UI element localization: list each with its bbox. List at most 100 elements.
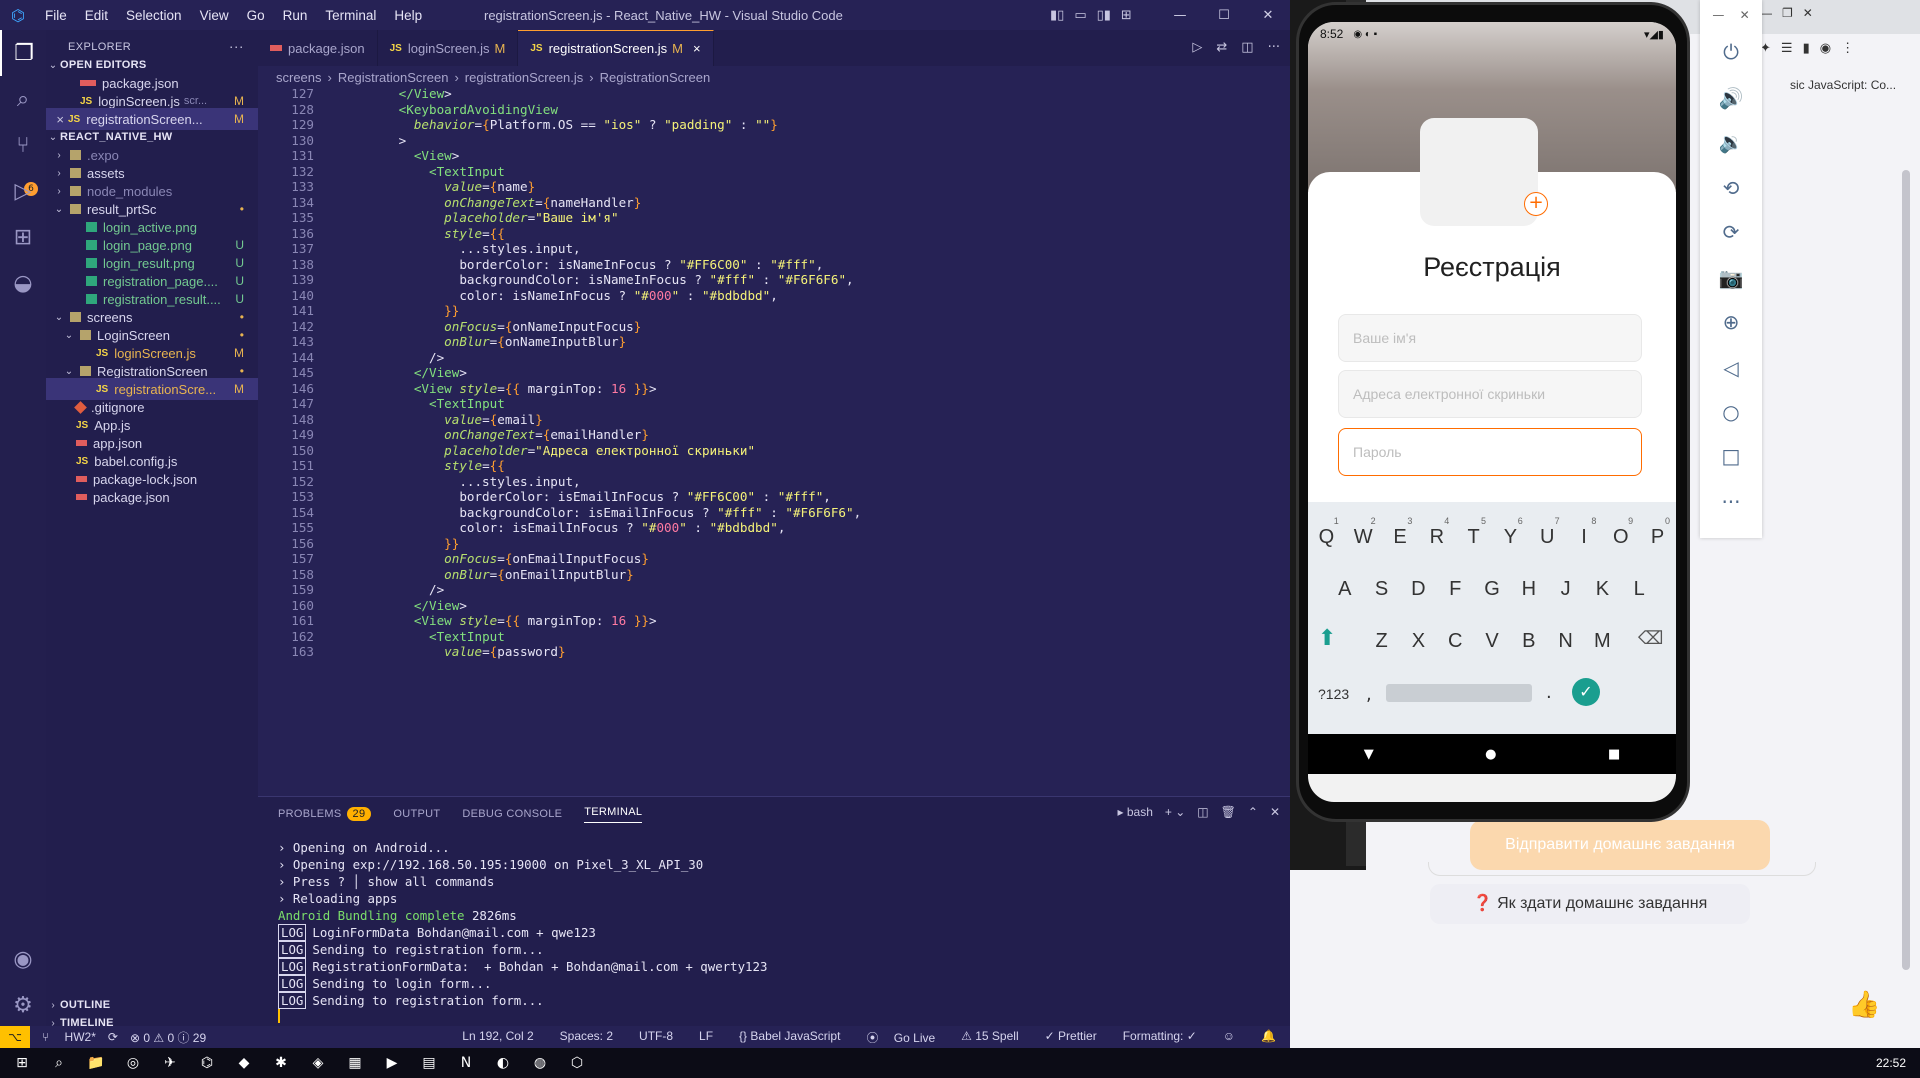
key-j[interactable]: J <box>1547 578 1584 601</box>
editor-tab[interactable]: JS registrationScreen.js M × <box>518 30 714 66</box>
key-y[interactable]: 6Y <box>1492 516 1529 549</box>
indentation[interactable]: Spaces: 2 <box>560 1029 613 1046</box>
terminal-shell-label[interactable]: ▸ bash <box>1118 805 1153 819</box>
menu-edit[interactable]: Edit <box>76 8 117 23</box>
sync-icon[interactable]: ⟳ <box>108 1030 118 1044</box>
toggle-sidebar-icon[interactable]: ▮▯ <box>1050 8 1064 23</box>
search-icon[interactable]: ⌕ <box>44 1048 74 1078</box>
split-editor-icon[interactable]: ◫ <box>1241 40 1253 55</box>
code-line[interactable]: behavior={Platform.OS == "ios" ? "paddin… <box>338 117 778 132</box>
code-line[interactable]: onBlur={onNameInputBlur} <box>338 334 626 349</box>
phone-screen[interactable]: 8:52 ◉ ◐ ▪ ▾◢▮ + Реєстрація Ваше ім'я Ад… <box>1308 22 1676 802</box>
start-icon[interactable]: ⊞ <box>7 1048 37 1078</box>
vscode-icon[interactable]: ⌬ <box>192 1048 222 1078</box>
close-icon[interactable]: ✕ <box>1803 6 1813 20</box>
breadcrumb-item[interactable]: RegistrationScreen <box>338 70 449 85</box>
tab-problems[interactable]: PROBLEMS 29 <box>278 807 372 821</box>
symbols-key[interactable]: ?123 <box>1318 686 1349 702</box>
zoom-icon[interactable]: ⊕ <box>1700 310 1762 334</box>
code-line[interactable]: onChangeText={nameHandler} <box>338 195 641 210</box>
key-x[interactable]: X <box>1400 630 1437 653</box>
camera-icon[interactable]: 📷 <box>1700 266 1762 290</box>
go-live-button[interactable]: ⦿ Go Live <box>866 1029 935 1046</box>
app-icon-2[interactable]: ◈ <box>303 1048 333 1078</box>
code-line[interactable]: </View> <box>338 365 467 380</box>
close-editor-icon[interactable]: × <box>46 112 68 127</box>
code-line[interactable]: <View> <box>338 148 460 163</box>
code-line[interactable]: value={email} <box>338 412 543 427</box>
calculator-icon[interactable]: ▦ <box>340 1048 370 1078</box>
shift-key-icon[interactable]: ⬆ <box>1318 626 1336 651</box>
code-line[interactable]: <TextInput <box>338 396 505 411</box>
code-line[interactable]: style={{ <box>338 458 505 473</box>
menu-file[interactable]: File <box>36 8 76 23</box>
branch-status[interactable]: ⑂ HW2* <box>42 1030 96 1044</box>
space-key[interactable] <box>1386 684 1532 702</box>
tab-output[interactable]: OUTPUT <box>393 808 440 820</box>
source-control-icon[interactable]: ⑂ <box>0 122 46 168</box>
key-t[interactable]: 5T <box>1455 516 1492 549</box>
back-icon[interactable]: ▼ <box>1364 747 1374 762</box>
file-explorer-icon[interactable]: 📁 <box>81 1048 111 1078</box>
code-line[interactable]: onBlur={onEmailInputBlur} <box>338 567 634 582</box>
thumbs-up-icon[interactable]: 👍 <box>1848 990 1880 1020</box>
home-icon[interactable]: ○ <box>1700 400 1762 424</box>
editor-tab[interactable]: package.json <box>258 30 378 66</box>
key-n[interactable]: N <box>1547 630 1584 653</box>
spell-status[interactable]: ⚠ 15 Spell <box>961 1029 1018 1046</box>
more-icon[interactable]: ··· <box>1268 40 1280 55</box>
menu-run[interactable]: Run <box>274 8 317 23</box>
feedback-icon[interactable]: ☺ <box>1223 1029 1235 1046</box>
notifications-icon[interactable]: 🔔 <box>1261 1029 1276 1046</box>
account-icon[interactable]: ◉ <box>0 936 46 982</box>
key-p[interactable]: 0P <box>1639 516 1676 549</box>
close-tab-icon[interactable]: × <box>693 41 701 56</box>
tab-terminal[interactable]: TERMINAL <box>584 806 643 823</box>
new-terminal-icon[interactable]: + ⌄ <box>1165 805 1185 819</box>
run-debug-icon[interactable]: ▷ <box>0 168 46 214</box>
key-q[interactable]: 1Q <box>1308 516 1345 549</box>
editor-tab[interactable]: JS loginScreen.js M <box>378 30 519 66</box>
code-line[interactable]: value={password} <box>338 644 565 659</box>
code-line[interactable]: borderColor: isNameInFocus ? "#FF6C00" :… <box>338 257 823 272</box>
key-f[interactable]: F <box>1437 578 1474 601</box>
toggle-secondary-icon[interactable]: ▯▮ <box>1097 8 1111 23</box>
more-options-icon[interactable]: ··· <box>1700 490 1762 514</box>
maximize-panel-icon[interactable]: ⌃ <box>1248 805 1258 819</box>
code-editor[interactable]: 127 </View> 128 <KeyboardAvoidingView 129 … <box>258 88 1290 794</box>
period-key[interactable]: . <box>1546 682 1552 703</box>
menu-view[interactable]: View <box>191 8 238 23</box>
help-button[interactable]: ❓ Як здати домашнє завдання <box>1430 884 1750 924</box>
code-line[interactable]: ...styles.input, <box>338 241 580 256</box>
key-b[interactable]: B <box>1510 630 1547 653</box>
code-line[interactable]: <TextInput <box>338 629 505 644</box>
search-icon[interactable]: ⌕ <box>0 76 46 122</box>
problems-status[interactable]: ⊗ 0 ⚠ 0 ⓘ 29 <box>130 1029 206 1046</box>
rotate-left-icon[interactable]: ⟲ <box>1700 176 1762 200</box>
power-icon[interactable]: ⏻ <box>1700 40 1762 64</box>
key-v[interactable]: V <box>1474 630 1511 653</box>
app-icon-3[interactable]: ▤ <box>414 1048 444 1078</box>
code-line[interactable]: color: isNameInFocus ? "#000" : "#bdbdbd… <box>338 288 778 303</box>
maximize-icon[interactable]: ☐ <box>1202 8 1246 23</box>
app-icon[interactable]: ◆ <box>229 1048 259 1078</box>
code-line[interactable]: backgroundColor: isEmailInFocus ? "#fff"… <box>338 505 861 520</box>
code-line[interactable]: placeholder="Ваше ім'я" <box>338 210 618 225</box>
code-line[interactable]: onFocus={onEmailInputFocus} <box>338 551 649 566</box>
rotate-right-icon[interactable]: ⟳ <box>1700 220 1762 244</box>
run-icon[interactable]: ▷ <box>1192 40 1202 55</box>
name-input[interactable]: Ваше ім'я <box>1338 314 1642 362</box>
volume-up-icon[interactable]: 🔊 <box>1700 86 1762 110</box>
code-line[interactable]: </View> <box>338 598 467 613</box>
code-line[interactable]: ...styles.input, <box>338 474 580 489</box>
tree-item[interactable]: package.json <box>46 486 258 508</box>
code-line[interactable]: backgroundColor: isNameInFocus ? "#fff" … <box>338 272 853 287</box>
terminal-output[interactable]: › Opening on Android... › Opening exp://1… <box>278 839 767 1023</box>
compare-icon[interactable]: ⇄ <box>1216 40 1227 55</box>
add-photo-icon[interactable]: + <box>1524 192 1548 216</box>
key-a[interactable]: A <box>1326 578 1363 601</box>
backspace-key-icon[interactable]: ⌫ <box>1638 628 1663 649</box>
breadcrumb-item[interactable]: RegistrationScreen <box>600 70 711 85</box>
key-c[interactable]: C <box>1437 630 1474 653</box>
avatar[interactable]: ◉ <box>1820 40 1831 56</box>
